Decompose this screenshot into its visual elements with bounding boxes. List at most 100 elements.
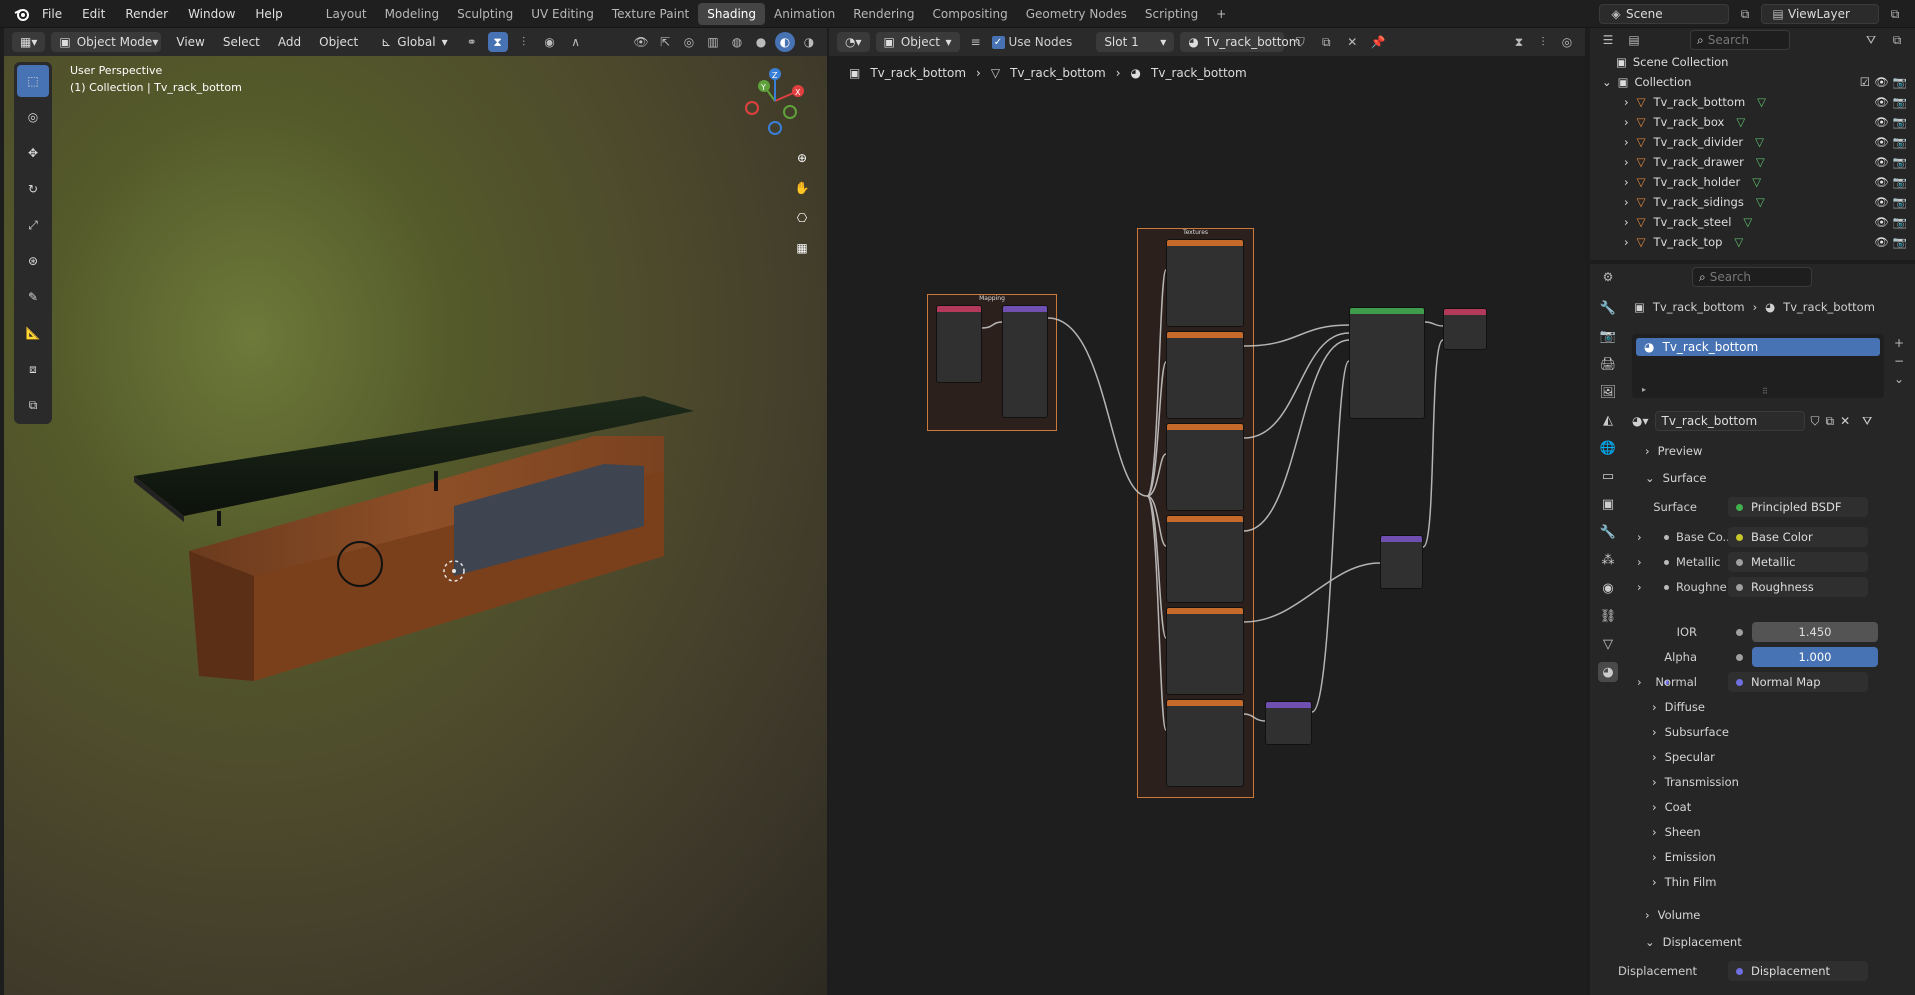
chevron-right-icon[interactable]: › [1624,175,1629,189]
tab-rendering[interactable]: Rendering [844,3,923,25]
menu-icon[interactable]: ≡ [966,32,986,52]
unlink-material-icon[interactable]: ✕ [1342,32,1362,52]
new-view-layer-icon[interactable]: ⧉ [1885,4,1905,24]
alpha-field[interactable]: 1.000 [1752,647,1878,667]
outliner-editor-icon[interactable]: ☰ [1598,30,1618,50]
camera-icon[interactable]: 📷 [1893,75,1907,89]
material-slot-list[interactable]: ◕ Tv_rack_bottom ▸ ⠿ [1632,334,1884,398]
roughness-texture-node[interactable] [1166,515,1244,603]
subsection-sheen[interactable]: › Sheen [1652,821,1701,843]
subsection-coat[interactable]: › Coat [1652,796,1691,818]
rendered-shading-icon[interactable]: ◑ [799,32,819,52]
duplicate-material-icon[interactable]: ⧉ [1826,414,1835,429]
outliner-search[interactable]: ⌕ Search [1690,30,1790,50]
properties-search[interactable]: ⌕ Search [1692,267,1812,287]
zoom-icon[interactable]: ⊕ [792,148,812,168]
rotate-tool-icon[interactable]: ↻ [17,173,49,205]
object-tab-icon[interactable]: ▣ [1598,494,1618,514]
properties-editor-icon[interactable]: ⚙ [1598,267,1618,287]
select-tool-icon[interactable]: ⬚ [17,65,49,97]
camera-icon[interactable]: 📷 [1893,115,1907,129]
chevron-right-icon[interactable]: › [1624,115,1629,129]
falloff-icon[interactable]: ∧ [566,32,586,52]
outliner-item[interactable]: › ▽ Tv_rack_bottom ▽ 👁 📷 [1590,92,1915,112]
viewport-menu-select[interactable]: Select [214,35,269,49]
slot-select[interactable]: Slot 1 ▾ [1096,32,1175,52]
overlay-icon[interactable]: ◎ [679,32,699,52]
tab-layout[interactable]: Layout [317,3,376,25]
chevron-right-icon[interactable]: › [1637,530,1642,544]
measure-tool-icon[interactable]: 📐 [17,317,49,349]
tv-rack-model[interactable] [4,56,827,995]
3d-viewport[interactable]: User Perspective (1) Collection | Tv_rac… [4,56,827,995]
world-tab-icon[interactable]: 🌐 [1598,438,1618,458]
mesh-data-icon[interactable]: ▽ [1734,235,1743,249]
displacement-section[interactable]: ⌄ Displacement [1645,931,1742,953]
ior-field[interactable]: 1.450 [1752,622,1878,642]
fake-user-icon[interactable]: ⛉ [1290,32,1310,52]
eye-icon[interactable]: 👁 [1874,175,1889,189]
menu-file[interactable]: File [32,7,72,21]
mesh-data-icon[interactable]: ▽ [1743,215,1752,229]
slot-menu-icon[interactable]: ⌄ [1894,372,1904,386]
transform-tool-icon[interactable]: ⊛ [17,245,49,277]
collection-tab-icon[interactable]: ▭ [1598,466,1618,486]
normal-texture-node[interactable] [1166,699,1244,787]
menu-help[interactable]: Help [245,7,292,21]
view-layer-selector[interactable]: ▤ ViewLayer [1761,4,1879,24]
outliner-item[interactable]: › ▽ Tv_rack_divider ▽ 👁 📷 [1590,132,1915,152]
base-color-texture-node[interactable] [1166,331,1244,419]
tab-sculpting[interactable]: Sculpting [448,3,522,25]
material-output-node[interactable] [1443,308,1487,350]
eye-icon[interactable]: 👁 [1874,115,1889,129]
modifier-tab-icon[interactable]: 🔧 [1598,522,1618,542]
expand-icon[interactable]: ▸ [1642,385,1646,394]
eye-icon[interactable]: 👁 [1874,95,1889,109]
display-mode-icon[interactable]: ▤ [1624,30,1644,50]
eye-icon[interactable]: 👁 [1874,235,1889,249]
input-link-select[interactable]: Roughness [1728,577,1868,597]
outliner-item[interactable]: › ▽ Tv_rack_sidings ▽ 👁 📷 [1590,192,1915,212]
eye-icon[interactable]: 👁 [1874,155,1889,169]
physics-tab-icon[interactable]: ◉ [1598,578,1618,598]
navigation-gizmo[interactable]: X Y Z [740,66,810,136]
normal-map-node[interactable] [1265,701,1312,745]
metallic-texture-node[interactable] [1166,423,1244,511]
blender-logo-icon[interactable] [12,4,32,24]
add-slot-icon[interactable]: + [1894,336,1904,350]
tab-scripting[interactable]: Scripting [1136,3,1207,25]
resize-handle-icon[interactable]: ⠿ [1762,387,1768,396]
snap-icon[interactable]: ⧗ [487,32,508,52]
material-select[interactable]: ◕ Tv_rack_bottom [1180,32,1300,52]
input-link-select[interactable]: Base Color [1728,527,1868,547]
new-collection-icon[interactable]: ⧉ [1887,30,1907,50]
preview-section[interactable]: › Preview [1645,440,1702,462]
input-link-select[interactable]: Metallic [1728,552,1868,572]
node-editor-type-button[interactable]: ◔▾ [837,32,870,52]
data-tab-icon[interactable]: ▽ [1598,634,1618,654]
use-nodes-checkbox[interactable]: ✓ Use Nodes [991,35,1072,49]
outliner-item[interactable]: › ▽ Tv_rack_holder ▽ 👁 📷 [1590,172,1915,192]
viewport-menu-add[interactable]: Add [269,35,310,49]
wireframe-shading-icon[interactable]: ◍ [727,32,747,52]
mesh-data-icon[interactable]: ▽ [1757,95,1766,109]
add-workspace-button[interactable]: + [1207,3,1235,25]
shader-node-editor[interactable]: ▣ Tv_rack_bottom › ▽ Tv_rack_bottom › ◕ … [829,56,1585,995]
chevron-right-icon[interactable]: › [1624,235,1629,249]
tab-shading[interactable]: Shading [698,2,765,25]
outliner-item[interactable]: › ▽ Tv_rack_box ▽ 👁 📷 [1590,112,1915,132]
shader-type-select[interactable]: ▣ Object ▾ [875,32,960,52]
subsection-subsurface[interactable]: › Subsurface [1652,721,1729,743]
menu-edit[interactable]: Edit [72,7,115,21]
material-name-field[interactable]: Tv_rack_bottom [1654,411,1805,431]
normal-input-select[interactable]: Normal Map [1728,672,1868,692]
constraints-tab-icon[interactable]: ⛓ [1598,606,1618,626]
solid-shading-icon[interactable]: ● [751,32,771,52]
camera-icon[interactable]: 📷 [1893,215,1907,229]
camera-icon[interactable]: 📷 [1893,155,1907,169]
ambient-occlusion-texture-node[interactable] [1166,239,1244,327]
viewport-menu-view[interactable]: View [167,35,213,49]
chevron-right-icon[interactable]: › [1624,215,1629,229]
visibility-icon[interactable]: 👁 [631,32,651,52]
chevron-right-icon[interactable]: › [1637,580,1642,594]
